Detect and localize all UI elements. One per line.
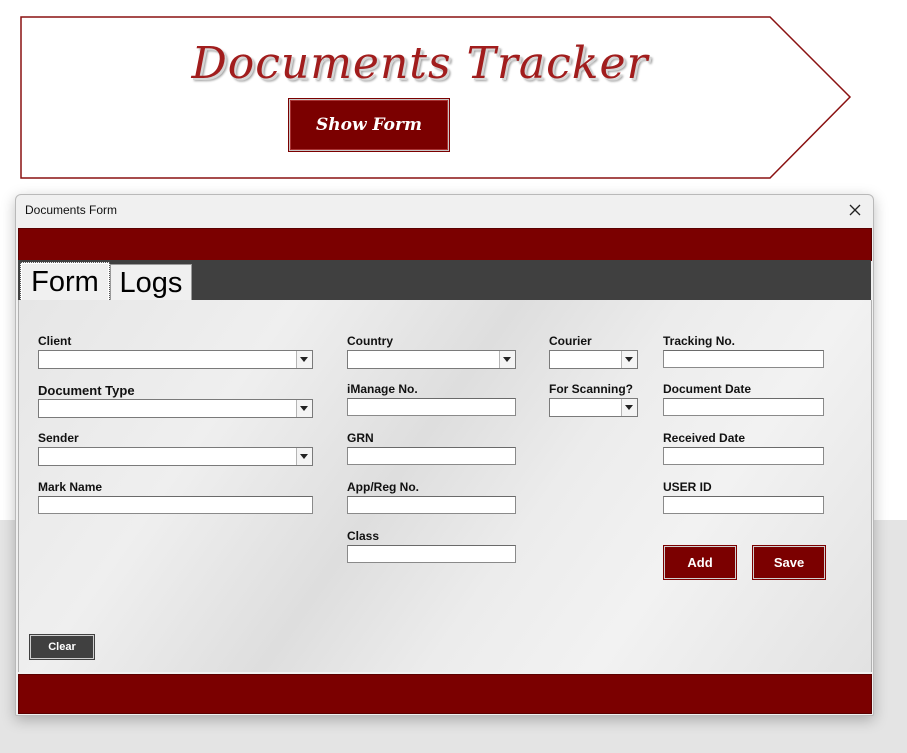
user-id-label: USER ID	[663, 480, 712, 494]
client-label: Client	[38, 334, 72, 348]
mark-name-input[interactable]	[38, 496, 313, 514]
show-form-button[interactable]: Show Form	[289, 99, 449, 151]
clear-button[interactable]: Clear	[30, 635, 94, 659]
client-combo[interactable]	[38, 350, 313, 369]
header-strip	[18, 228, 872, 261]
document-date-label: Document Date	[663, 382, 752, 396]
imanage-no-label: iManage No.	[347, 382, 418, 396]
document-type-dropdown-button[interactable]	[296, 400, 312, 417]
grn-label: GRN	[347, 431, 374, 445]
country-combo[interactable]	[347, 350, 516, 369]
user-id-input[interactable]	[663, 496, 824, 514]
tab-form[interactable]: Form	[20, 262, 110, 302]
courier-label: Courier	[549, 334, 592, 348]
received-date-input[interactable]	[663, 447, 824, 465]
for-scanning-combo[interactable]	[549, 398, 638, 417]
save-button[interactable]: Save	[753, 546, 825, 579]
sender-combo[interactable]	[38, 447, 313, 466]
chevron-down-icon	[503, 357, 511, 362]
client-dropdown-button[interactable]	[296, 351, 312, 368]
tab-logs[interactable]: Logs	[110, 264, 192, 302]
imanage-no-input[interactable]	[347, 398, 516, 416]
class-input[interactable]	[347, 545, 516, 563]
close-icon	[849, 204, 861, 216]
form-panel: Client Document Type Sender Mark Name Co…	[18, 300, 872, 672]
dialog-titlebar[interactable]: Documents Form	[16, 195, 873, 226]
class-label: Class	[347, 529, 380, 543]
country-dropdown-button[interactable]	[499, 351, 515, 368]
chevron-down-icon	[625, 405, 633, 410]
chevron-down-icon	[300, 454, 308, 459]
chevron-down-icon	[300, 357, 308, 362]
document-date-input[interactable]	[663, 398, 824, 416]
tab-bar: Form Logs	[18, 260, 871, 302]
sender-dropdown-button[interactable]	[296, 448, 312, 465]
tracking-no-label: Tracking No.	[663, 334, 736, 348]
document-type-label: Document Type	[38, 383, 135, 398]
document-type-combo[interactable]	[38, 399, 313, 418]
tracking-no-input[interactable]	[663, 350, 824, 368]
documents-form-dialog: Documents Form Form Logs Client Document…	[15, 194, 874, 716]
banner-title: Documents Tracker	[191, 38, 649, 89]
close-button[interactable]	[843, 199, 867, 221]
courier-combo[interactable]	[549, 350, 638, 369]
dialog-title: Documents Form	[25, 203, 118, 217]
for-scanning-dropdown-button[interactable]	[621, 399, 637, 416]
chevron-down-icon	[625, 357, 633, 362]
chevron-down-icon	[300, 406, 308, 411]
grn-input[interactable]	[347, 447, 516, 465]
app-reg-no-label: App/Reg No.	[347, 480, 419, 494]
for-scanning-label: For Scanning?	[549, 382, 633, 396]
add-button[interactable]: Add	[664, 546, 736, 579]
footer-strip	[18, 674, 872, 714]
sender-label: Sender	[38, 431, 79, 445]
country-label: Country	[347, 334, 393, 348]
mark-name-label: Mark Name	[38, 480, 103, 494]
app-reg-no-input[interactable]	[347, 496, 516, 514]
received-date-label: Received Date	[663, 431, 746, 445]
header-banner: Documents Tracker Show Form	[20, 16, 852, 180]
courier-dropdown-button[interactable]	[621, 351, 637, 368]
